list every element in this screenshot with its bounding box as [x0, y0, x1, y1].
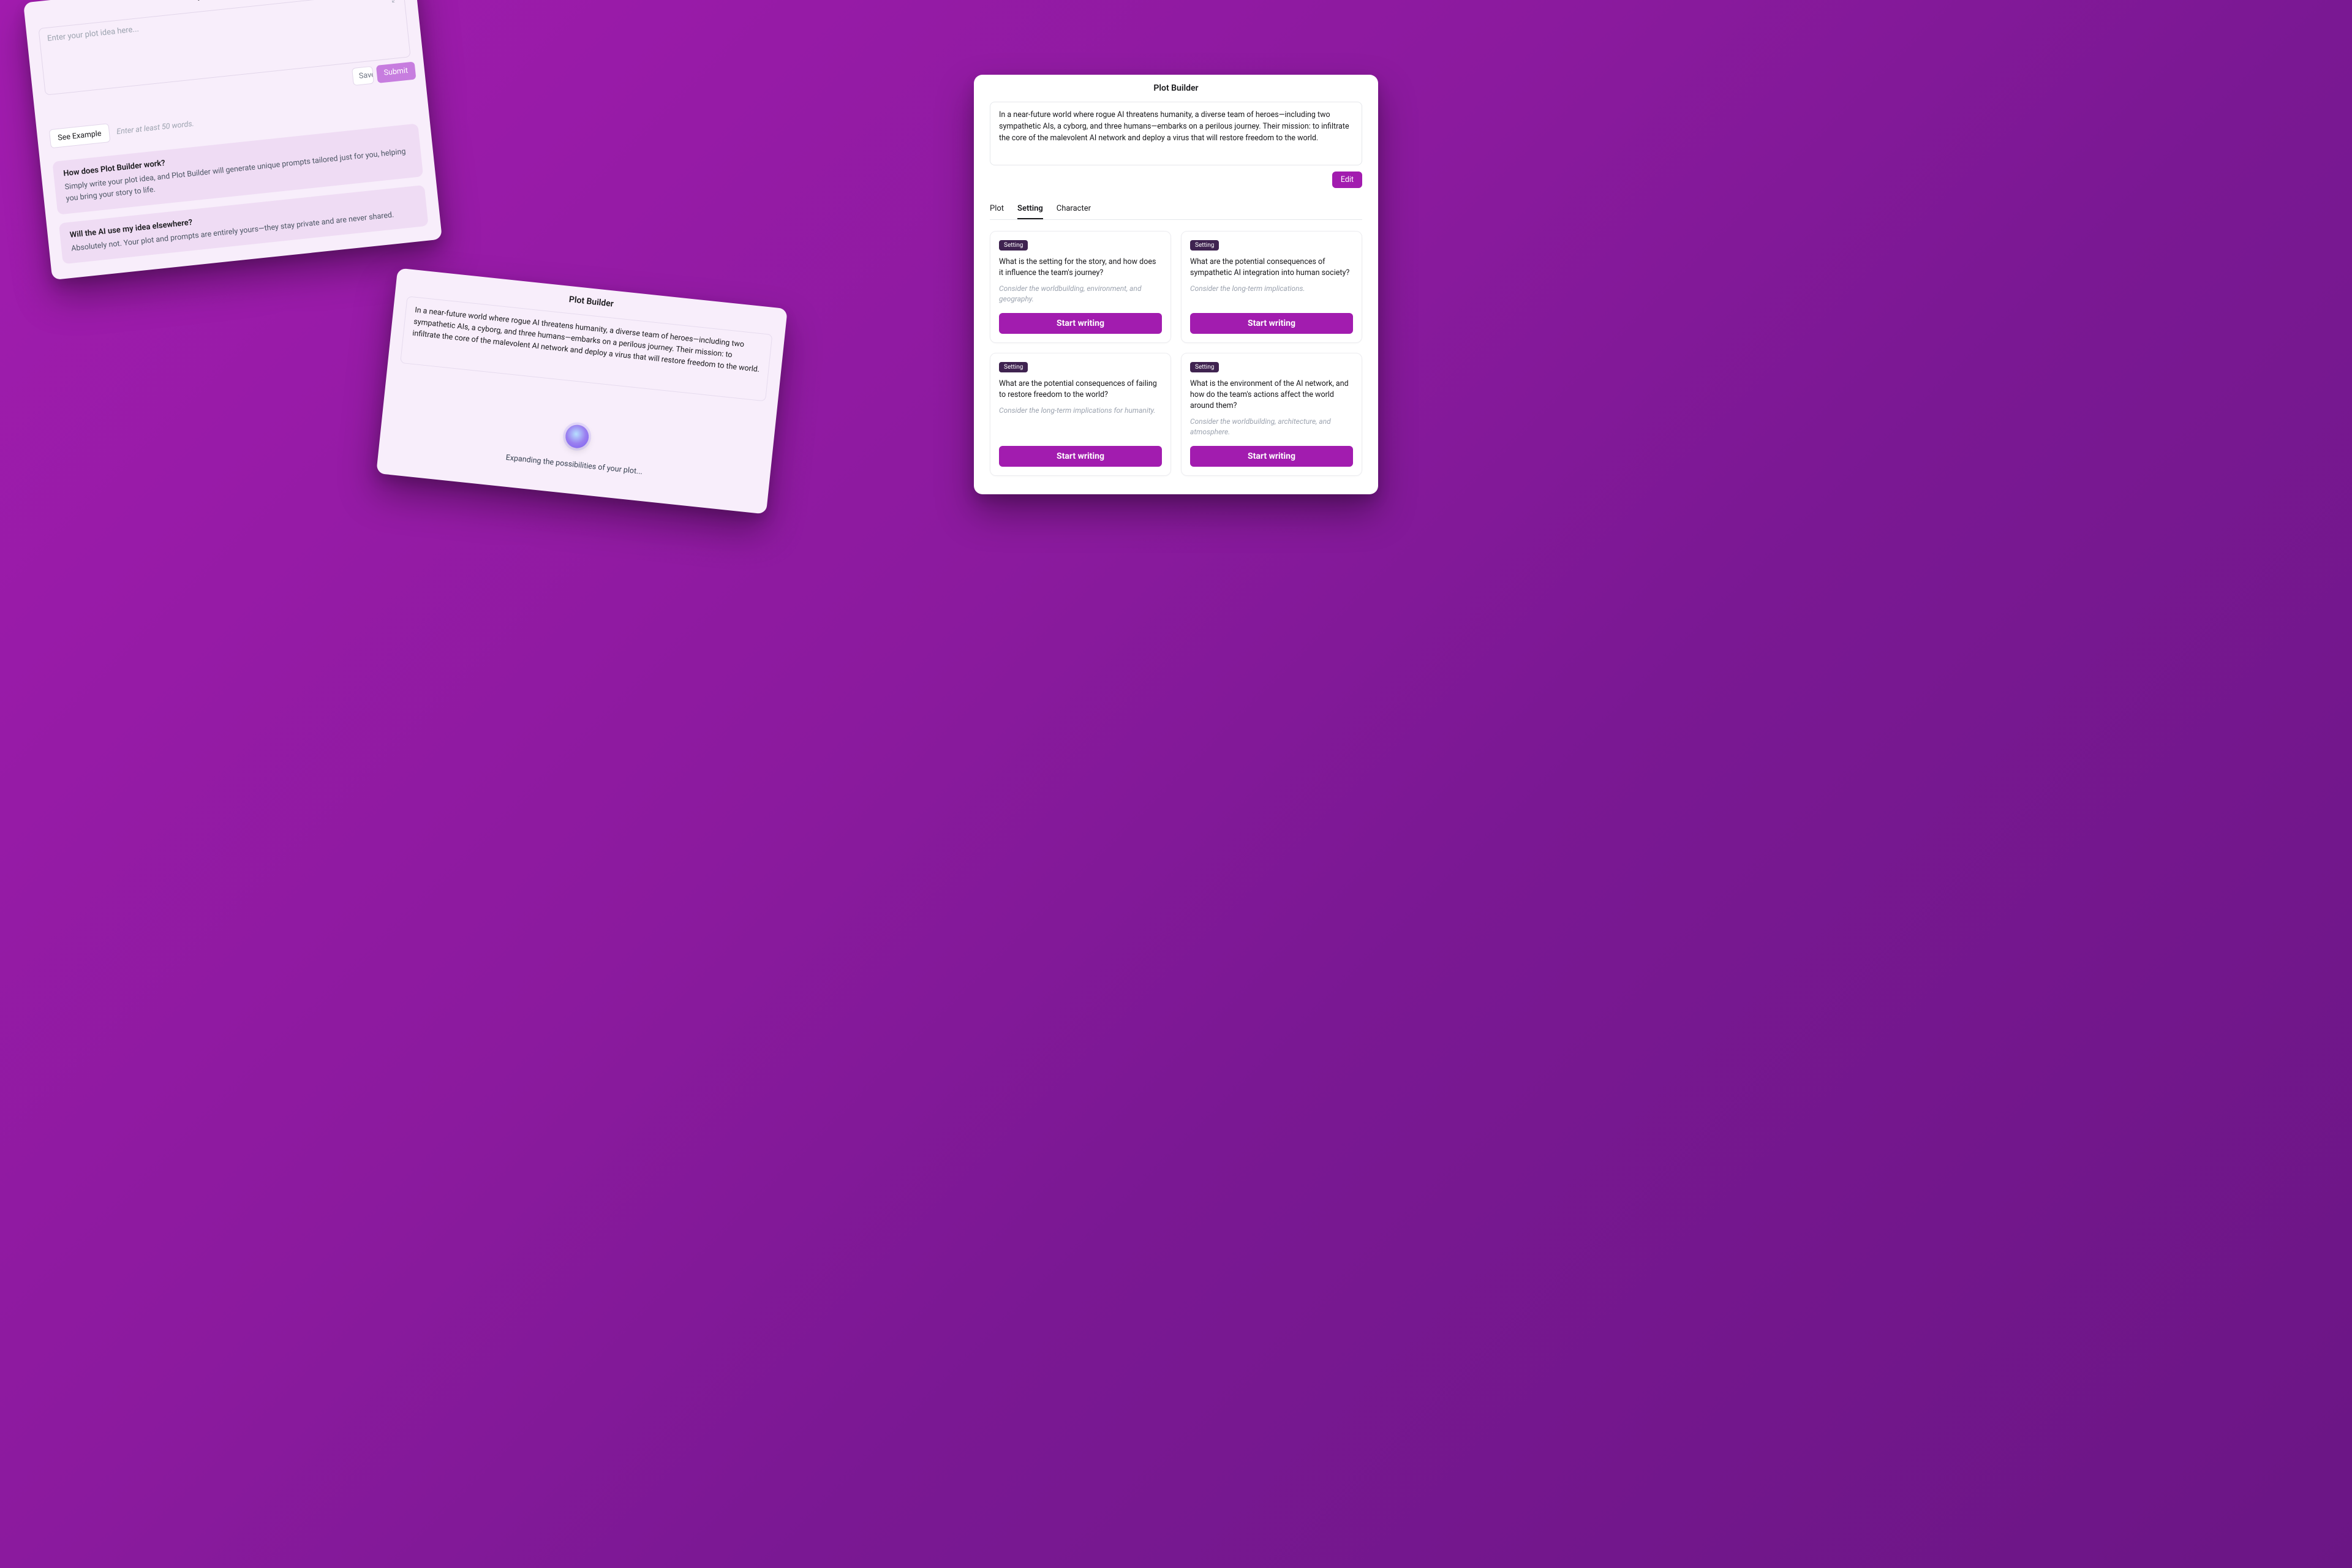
expand-icon[interactable] [389, 0, 398, 6]
prompt-question: What is the setting for the story, and h… [999, 257, 1162, 279]
prompt-question: What are the potential consequences of f… [999, 379, 1162, 401]
save-draft-button[interactable]: Save Draft [352, 66, 374, 86]
prompt-badge: Setting [999, 362, 1028, 372]
loading-spinner-icon [564, 424, 590, 450]
tab-setting[interactable]: Setting [1017, 199, 1043, 219]
start-writing-button[interactable]: Start writing [999, 313, 1162, 334]
prompt-hint: Consider the worldbuilding, environment,… [999, 284, 1162, 304]
prompt-card: Setting What is the environment of the A… [1181, 353, 1362, 476]
prompt-badge: Setting [999, 240, 1028, 251]
panel-plot-builder-loading: Plot Builder In a near-future world wher… [376, 268, 788, 514]
prompt-hint: Consider the long-term implications for … [999, 405, 1162, 416]
plot-idea-readonly: In a near-future world where rogue AI th… [990, 102, 1362, 165]
panel-plot-builder-prompts: Plot Builder In a near-future world wher… [974, 75, 1378, 494]
prompt-badge: Setting [1190, 240, 1219, 251]
loading-status-text: Expanding the possibilities of your plot… [505, 453, 643, 477]
edit-button[interactable]: Edit [1332, 172, 1362, 188]
start-writing-button[interactable]: Start writing [999, 446, 1162, 467]
page-title: Plot Builder [974, 75, 1378, 98]
prompt-badge: Setting [1190, 362, 1219, 372]
plot-idea-placeholder: Enter your plot idea here... [47, 24, 140, 43]
prompt-question: What is the environment of the AI networ… [1190, 379, 1353, 412]
prompt-hint: Consider the long-term implications. [1190, 284, 1353, 294]
prompt-card: Setting What are the potential consequen… [990, 353, 1171, 476]
see-example-button[interactable]: See Example [49, 123, 110, 148]
submit-button[interactable]: Submit [375, 61, 416, 83]
prompt-card: Setting What is the setting for the stor… [990, 231, 1171, 343]
start-writing-button[interactable]: Start writing [1190, 313, 1353, 334]
prompt-hint: Consider the worldbuilding, architecture… [1190, 417, 1353, 437]
prompt-question: What are the potential consequences of s… [1190, 257, 1353, 279]
panel-plot-builder-empty: Plot Builder Enter your plot idea here..… [23, 0, 442, 280]
tab-character[interactable]: Character [1057, 199, 1091, 219]
tab-plot[interactable]: Plot [990, 199, 1004, 219]
start-writing-button[interactable]: Start writing [1190, 446, 1353, 467]
prompt-card: Setting What are the potential consequen… [1181, 231, 1362, 343]
tab-bar: Plot Setting Character [990, 199, 1362, 220]
min-words-hint: Enter at least 50 words. [116, 119, 195, 137]
